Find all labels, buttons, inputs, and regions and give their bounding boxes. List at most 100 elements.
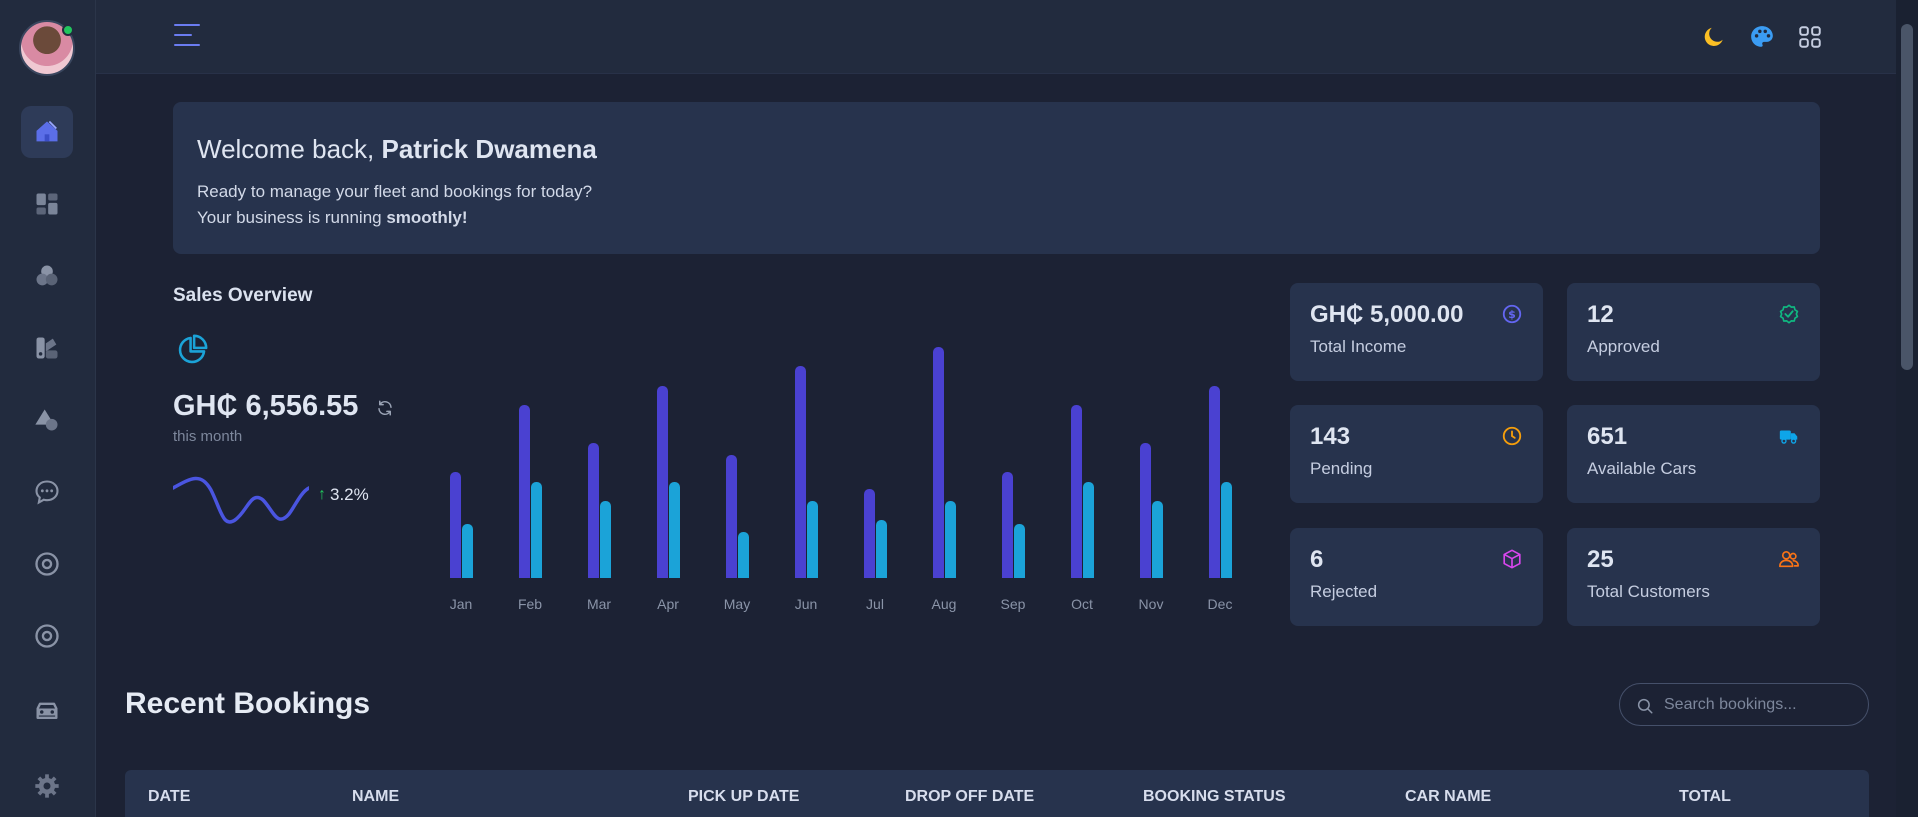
stat-value: 6 xyxy=(1310,546,1324,573)
column-header-car-name[interactable]: CAR NAME xyxy=(1405,788,1491,806)
grid-apps-icon[interactable] xyxy=(1797,24,1823,50)
dashboard-icon xyxy=(36,193,58,215)
sidebar-item-cars[interactable] xyxy=(21,686,73,738)
stat-card-pending[interactable]: 143 Pending xyxy=(1290,405,1543,503)
sidebar-item-swatches[interactable] xyxy=(21,322,73,374)
sidebar-item-target-1[interactable] xyxy=(21,538,73,590)
sales-amount: GH₵ 6,556.55 xyxy=(173,390,359,422)
column-header-drop-off-date[interactable]: DROP OFF DATE xyxy=(905,788,1034,806)
clock-icon xyxy=(1502,426,1522,446)
palette-icon[interactable] xyxy=(1749,24,1775,50)
column-header-booking-status[interactable]: BOOKING STATUS xyxy=(1143,788,1286,806)
svg-text:$: $ xyxy=(1508,308,1516,321)
welcome-heading: Welcome back, Patrick Dwamena xyxy=(197,134,1796,165)
stat-card-total-income[interactable]: GH₵ 5,000.00 Total Income $ xyxy=(1290,283,1543,381)
welcome-line-2-emphasis: smoothly! xyxy=(386,208,468,227)
stat-label: Pending xyxy=(1310,459,1373,478)
chart-bar-may-s2 xyxy=(738,531,749,578)
column-header-total[interactable]: TOTAL xyxy=(1679,788,1731,806)
pie-chart-icon xyxy=(178,334,208,364)
target-icon xyxy=(35,624,59,648)
shapes-icon xyxy=(35,409,58,431)
search-bookings[interactable] xyxy=(1619,683,1869,726)
sidebar-item-chat[interactable] xyxy=(21,466,73,518)
chart-bar-jun-s1 xyxy=(795,366,806,578)
welcome-banner: Welcome back, Patrick Dwamena Ready to m… xyxy=(173,102,1820,254)
chart-x-label-sep: Sep xyxy=(1000,596,1026,612)
swatch-icon xyxy=(36,337,58,359)
chart-bar-jul-s2 xyxy=(876,520,887,578)
stat-card-approved[interactable]: 12 Approved xyxy=(1567,283,1820,381)
sidebar-item-home[interactable] xyxy=(21,106,73,158)
recent-bookings-title: Recent Bookings xyxy=(125,687,371,720)
chart-bar-jan-s2 xyxy=(462,524,473,578)
welcome-greeting: Welcome back, xyxy=(197,134,382,164)
chart-x-label-mar: Mar xyxy=(586,596,612,612)
hamburger-icon[interactable] xyxy=(174,24,200,48)
search-bookings-input[interactable] xyxy=(1664,695,1854,714)
column-header-name[interactable]: NAME xyxy=(352,788,399,806)
check-badge-icon xyxy=(1779,304,1799,324)
sales-bar-chart xyxy=(430,330,1250,620)
stat-label: Rejected xyxy=(1310,582,1378,601)
stat-value: 25 xyxy=(1587,546,1614,573)
chart-bar-mar-s1 xyxy=(588,443,599,578)
welcome-line-2: Your business is running smoothly! xyxy=(197,205,1796,231)
sidebar-item-settings[interactable] xyxy=(21,760,73,812)
chart-bar-jul-s1 xyxy=(864,489,875,578)
stat-card-available-cars[interactable]: 651 Available Cars xyxy=(1567,405,1820,503)
stat-value: 143 xyxy=(1310,423,1351,450)
scrollbar-thumb[interactable] xyxy=(1901,24,1913,370)
page-scrollbar[interactable] xyxy=(1896,0,1918,817)
chart-bar-nov-s2 xyxy=(1152,501,1163,578)
stat-card-rejected[interactable]: 6 Rejected xyxy=(1290,528,1543,626)
arrow-up-icon: ↑ xyxy=(318,486,326,503)
bookings-table-header: DATE NAME PICK UP DATE DROP OFF DATE BOOKING… xyxy=(125,770,1869,817)
users-icon xyxy=(1779,551,1799,568)
column-header-date[interactable]: DATE xyxy=(148,788,190,806)
refresh-icon[interactable] xyxy=(376,399,394,417)
stat-label: Total Customers xyxy=(1587,582,1710,601)
chart-bar-aug-s2 xyxy=(945,501,956,578)
chart-bar-mar-s2 xyxy=(600,501,611,578)
stat-value: GH₵ 5,000.00 xyxy=(1310,301,1464,328)
chart-bar-aug-s1 xyxy=(933,347,944,578)
target-icon xyxy=(35,552,59,576)
stat-card-total-customers[interactable]: 25 Total Customers xyxy=(1567,528,1820,626)
moon-icon[interactable] xyxy=(1701,24,1727,50)
column-header-pick-up-date[interactable]: PICK UP DATE xyxy=(688,788,799,806)
welcome-line-1: Ready to manage your fleet and bookings … xyxy=(197,182,593,201)
dollar-icon: $ xyxy=(1502,304,1522,324)
chart-bar-sep-s1 xyxy=(1002,472,1013,578)
chart-bar-may-s1 xyxy=(726,454,737,578)
car-icon xyxy=(36,702,58,719)
chart-x-label-feb: Feb xyxy=(517,596,543,612)
chart-x-label-jul: Jul xyxy=(866,596,884,612)
sidebar-item-target-2[interactable] xyxy=(21,610,73,662)
chart-bar-oct-s2 xyxy=(1083,481,1094,578)
circles-icon xyxy=(36,265,58,286)
chart-bar-jan-s1 xyxy=(450,472,461,578)
sidebar-item-shapes[interactable] xyxy=(21,394,73,446)
welcome-user-name: Patrick Dwamena xyxy=(381,134,597,164)
online-status-indicator xyxy=(62,24,74,36)
stat-label: Available Cars xyxy=(1587,459,1697,478)
user-avatar[interactable] xyxy=(19,20,75,76)
cube-icon xyxy=(1503,549,1521,569)
truck-icon xyxy=(1779,430,1798,444)
chart-bar-feb-s2 xyxy=(531,481,542,578)
home-icon xyxy=(36,120,58,142)
chart-x-label-jan: Jan xyxy=(449,596,473,612)
chart-bar-nov-s1 xyxy=(1140,443,1151,578)
sidebar-item-dashboard[interactable] xyxy=(21,178,73,230)
chart-bar-sep-s2 xyxy=(1014,524,1025,578)
trend-indicator: ↑ 3.2% xyxy=(318,485,369,505)
welcome-line-2-text: Your business is running xyxy=(197,208,387,227)
chart-x-label-nov: Nov xyxy=(1138,596,1164,612)
chart-bar-feb-s1 xyxy=(519,404,530,578)
chart-x-label-oct: Oct xyxy=(1071,596,1093,612)
chart-x-label-jun: Jun xyxy=(794,596,818,612)
chart-bar-apr-s1 xyxy=(657,385,668,578)
top-header xyxy=(96,0,1896,74)
sidebar-item-circles[interactable] xyxy=(21,250,73,302)
